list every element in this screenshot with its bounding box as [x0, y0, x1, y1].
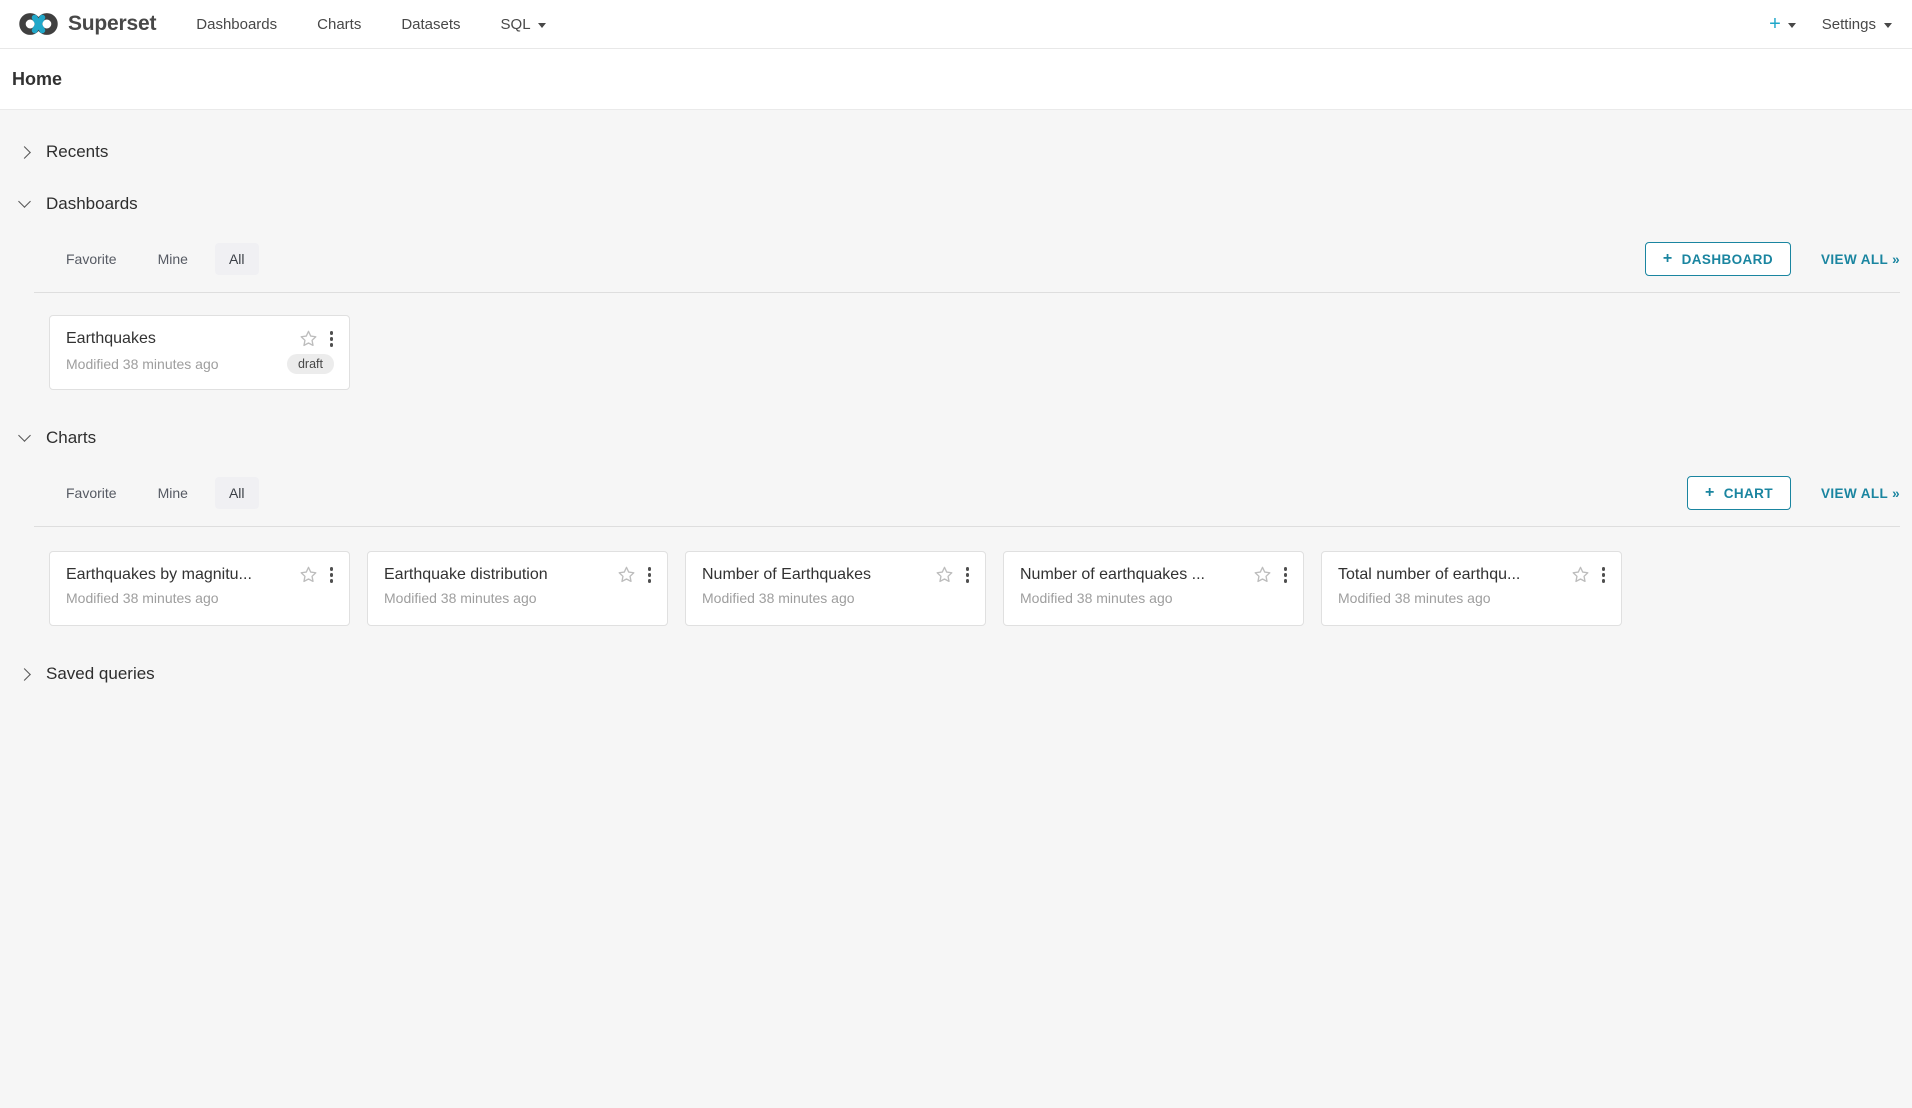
- section-charts-title: Charts: [46, 428, 96, 448]
- dashboards-submenu: Favorite Mine All + DASHBOARD VIEW ALL »: [34, 226, 1900, 293]
- card-modified-text: Modified 38 minutes ago: [384, 590, 654, 606]
- charts-section-body: Favorite Mine All + CHART VIEW ALL » Ear…: [34, 460, 1900, 626]
- tab-mine[interactable]: Mine: [144, 477, 202, 509]
- tab-favorite[interactable]: Favorite: [52, 243, 131, 275]
- chart-card[interactable]: Number of earthquakes ... Modified 38 mi…: [1003, 551, 1304, 626]
- chevron-down-icon: [18, 195, 31, 208]
- dashboards-submenu-actions: + DASHBOARD VIEW ALL »: [1645, 242, 1900, 276]
- new-item-menu[interactable]: +: [1769, 14, 1796, 34]
- plus-icon: +: [1663, 251, 1673, 267]
- dashboard-card-title[interactable]: Earthquakes: [66, 330, 291, 348]
- favorite-star-icon[interactable]: [299, 565, 318, 584]
- brand-wordmark: Superset: [68, 12, 156, 36]
- section-dashboards-toggle[interactable]: Dashboards: [0, 192, 1912, 216]
- caret-down-icon: [1788, 23, 1796, 28]
- navbar: Superset Dashboards Charts Datasets SQL …: [0, 0, 1912, 49]
- nav-item-sql-label: SQL: [501, 16, 531, 33]
- charts-submenu: Favorite Mine All + CHART VIEW ALL »: [34, 460, 1900, 527]
- favorite-star-icon[interactable]: [299, 329, 318, 348]
- chart-card[interactable]: Earthquake distribution Modified 38 minu…: [367, 551, 668, 626]
- nav-item-sql[interactable]: SQL: [481, 0, 566, 48]
- kebab-menu-icon[interactable]: [327, 565, 337, 585]
- kebab-menu-icon[interactable]: [327, 329, 337, 349]
- settings-label: Settings: [1822, 16, 1876, 33]
- charts-tabs: Favorite Mine All: [52, 477, 272, 509]
- chart-card-title[interactable]: Earthquake distribution: [384, 566, 609, 584]
- dashboards-card-grid: Earthquakes Modified 38 minutes ago draf…: [34, 293, 1900, 390]
- chart-card-title[interactable]: Total number of earthqu...: [1338, 566, 1563, 584]
- new-chart-button[interactable]: + CHART: [1687, 476, 1791, 510]
- chart-card[interactable]: Number of Earthquakes Modified 38 minute…: [685, 551, 986, 626]
- card-modified-text: Modified 38 minutes ago: [66, 356, 287, 372]
- kebab-menu-icon[interactable]: [645, 565, 655, 585]
- chart-card-title[interactable]: Number of earthquakes ...: [1020, 566, 1245, 584]
- dashboard-card[interactable]: Earthquakes Modified 38 minutes ago draf…: [49, 315, 350, 390]
- navbar-right: + Settings: [1769, 14, 1896, 34]
- nav-item-dashboards[interactable]: Dashboards: [176, 0, 297, 48]
- nav-links: Dashboards Charts Datasets SQL: [176, 0, 565, 48]
- section-charts-toggle[interactable]: Charts: [0, 426, 1912, 450]
- dashboards-section-body: Favorite Mine All + DASHBOARD VIEW ALL »…: [34, 226, 1900, 390]
- tab-mine[interactable]: Mine: [144, 243, 202, 275]
- caret-down-icon: [538, 23, 546, 28]
- nav-item-datasets-label: Datasets: [401, 16, 460, 33]
- section-recents-toggle[interactable]: Recents: [0, 140, 1912, 164]
- chevron-right-icon: [18, 146, 31, 159]
- section-recents-title: Recents: [46, 142, 108, 162]
- new-dashboard-button[interactable]: + DASHBOARD: [1645, 242, 1791, 276]
- section-dashboards-title: Dashboards: [46, 194, 138, 214]
- card-modified-text: Modified 38 minutes ago: [1338, 590, 1608, 606]
- new-dashboard-button-label: DASHBOARD: [1682, 252, 1773, 267]
- favorite-star-icon[interactable]: [617, 565, 636, 584]
- plus-icon: +: [1705, 485, 1715, 501]
- chart-card[interactable]: Total number of earthqu... Modified 38 m…: [1321, 551, 1622, 626]
- chevron-down-icon: [18, 429, 31, 442]
- card-modified-text: Modified 38 minutes ago: [66, 590, 336, 606]
- chart-card[interactable]: Earthquakes by magnitu... Modified 38 mi…: [49, 551, 350, 626]
- section-saved-queries-title: Saved queries: [46, 664, 155, 684]
- nav-item-datasets[interactable]: Datasets: [381, 0, 480, 48]
- tab-all[interactable]: All: [215, 477, 259, 509]
- dashboards-view-all-link[interactable]: VIEW ALL »: [1821, 252, 1900, 267]
- draft-status-badge: draft: [287, 354, 334, 374]
- nav-item-charts[interactable]: Charts: [297, 0, 381, 48]
- page-title-band: Home: [0, 49, 1912, 110]
- favorite-star-icon[interactable]: [1571, 565, 1590, 584]
- card-modified-text: Modified 38 minutes ago: [1020, 590, 1290, 606]
- charts-submenu-actions: + CHART VIEW ALL »: [1687, 476, 1900, 510]
- chart-card-title[interactable]: Number of Earthquakes: [702, 566, 927, 584]
- tab-favorite[interactable]: Favorite: [52, 477, 131, 509]
- new-chart-button-label: CHART: [1724, 486, 1773, 501]
- kebab-menu-icon[interactable]: [1599, 565, 1609, 585]
- chevron-right-icon: [18, 668, 31, 681]
- favorite-star-icon[interactable]: [1253, 565, 1272, 584]
- charts-card-grid: Earthquakes by magnitu... Modified 38 mi…: [34, 527, 1900, 626]
- kebab-menu-icon[interactable]: [963, 565, 973, 585]
- tab-all[interactable]: All: [215, 243, 259, 275]
- section-saved-queries-toggle[interactable]: Saved queries: [0, 662, 1912, 686]
- chart-card-title[interactable]: Earthquakes by magnitu...: [66, 566, 291, 584]
- dashboards-tabs: Favorite Mine All: [52, 243, 272, 275]
- superset-brand[interactable]: Superset: [18, 10, 156, 38]
- caret-down-icon: [1884, 23, 1892, 28]
- superset-logo-icon: [18, 10, 59, 38]
- nav-item-charts-label: Charts: [317, 16, 361, 33]
- settings-menu[interactable]: Settings: [1822, 16, 1896, 33]
- kebab-menu-icon[interactable]: [1281, 565, 1291, 585]
- charts-view-all-link[interactable]: VIEW ALL »: [1821, 486, 1900, 501]
- page-title: Home: [12, 69, 62, 90]
- plus-icon: +: [1769, 14, 1781, 34]
- favorite-star-icon[interactable]: [935, 565, 954, 584]
- nav-item-dashboards-label: Dashboards: [196, 16, 277, 33]
- card-modified-text: Modified 38 minutes ago: [702, 590, 972, 606]
